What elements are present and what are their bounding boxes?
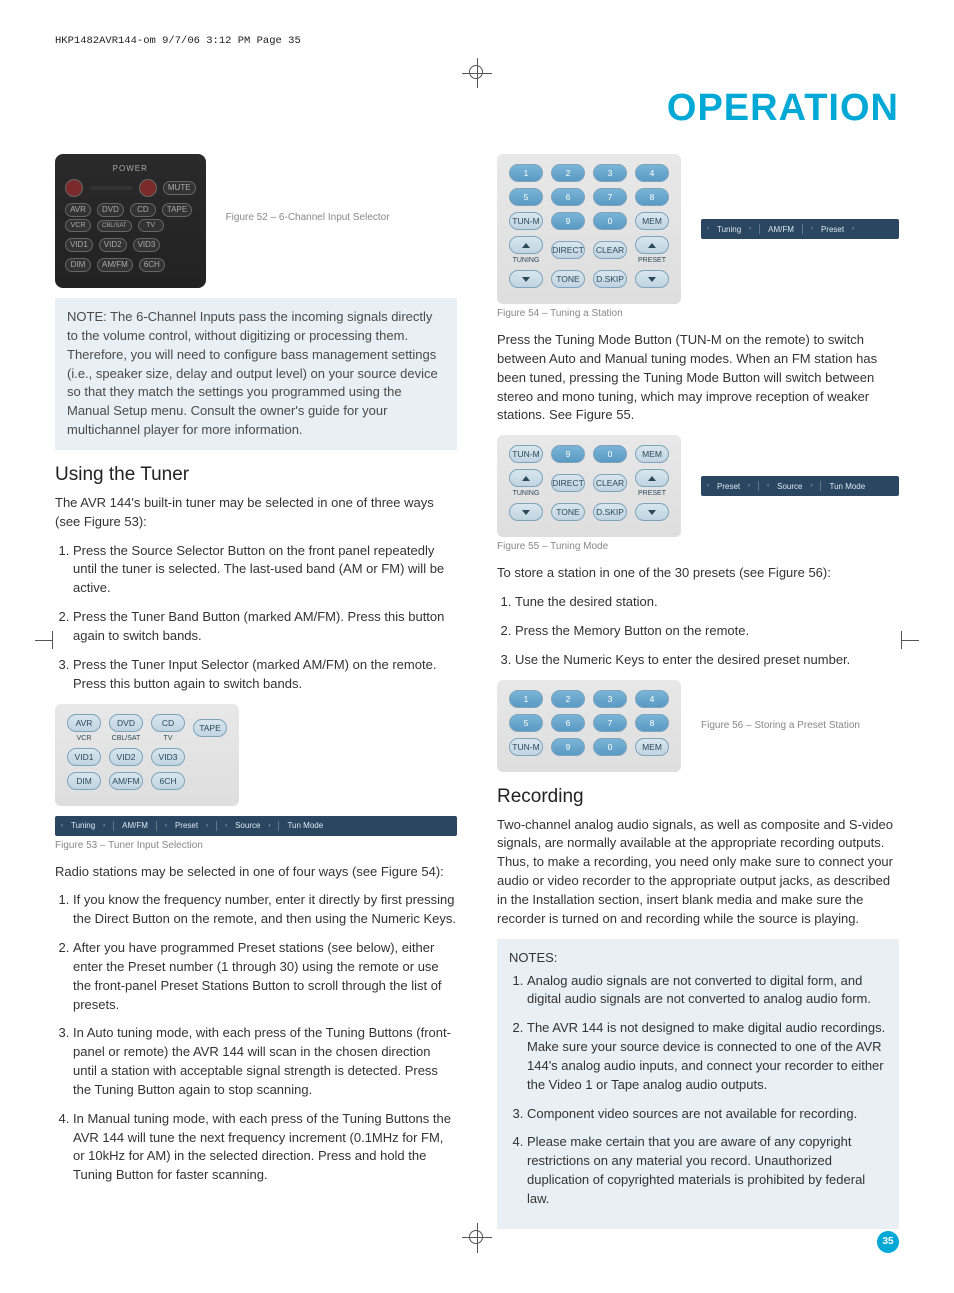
tuning-mode-para: Press the Tuning Mode Button (TUN-M on t…: [497, 331, 899, 425]
preset-down-icon: [635, 270, 669, 288]
power-off-icon: [139, 179, 157, 197]
tuning-up-icon: [509, 236, 543, 254]
preset-down-icon: [635, 503, 669, 521]
fig55-display: ‹Preset› ‹Source› Tun Mode: [701, 476, 899, 496]
fig52-caption: Figure 52 – 6-Channel Input Selector: [226, 212, 390, 223]
trim-mark-left: [35, 640, 53, 641]
fig53-display: ‹Tuning› AM/FM ‹Preset› ‹Source› Tun Mod…: [55, 816, 457, 836]
tuning-down-icon: [509, 270, 543, 288]
heading-using-tuner: Using the Tuner: [55, 464, 457, 486]
trim-mark-right: [901, 640, 919, 641]
fig54-remote: 1 2 3 4 5 6 7 8 TUN-M 9 0: [497, 154, 681, 304]
page-number-badge: 35: [877, 1231, 899, 1253]
store-intro: To store a station in one of the 30 pres…: [497, 564, 899, 583]
radio-intro: Radio stations may be selected in one of…: [55, 863, 457, 882]
registration-mark-bottom: [462, 1223, 492, 1253]
heading-recording: Recording: [497, 786, 899, 808]
recording-notes: NOTES: Analog audio signals are not conv…: [497, 939, 899, 1229]
section-heading: OPERATION: [55, 87, 899, 130]
fig56-caption: Figure 56 – Storing a Preset Station: [701, 720, 860, 731]
fig54-display: ‹Tuning› AM/FM ‹Preset›: [701, 219, 899, 239]
preset-up-icon: [635, 236, 669, 254]
fig53-remote: AVRVCR DVDCBL/SAT CDTV TAPE VID1 VID2 VI…: [55, 704, 239, 806]
fig56-remote: 1 2 3 4 5 6 7 8 TUN-M 9 0: [497, 680, 681, 772]
fig52-remote: POWER MUTE AVR DVD CD TAPE VCR: [55, 154, 206, 288]
fig55-remote: TUN-M 9 0 MEM TUNING DIRECT CLEAR PRESET…: [497, 435, 681, 537]
preset-up-icon: [635, 469, 669, 487]
tuning-down-icon: [509, 503, 543, 521]
note-6ch: NOTE: The 6-Channel Inputs pass the inco…: [55, 298, 457, 450]
tuner-intro: The AVR 144's built-in tuner may be sele…: [55, 494, 457, 532]
mute-button: MUTE: [163, 181, 196, 195]
store-steps: Tune the desired station. Press the Memo…: [497, 593, 899, 670]
fig55-caption: Figure 55 – Tuning Mode: [497, 541, 899, 552]
power-light-icon: [89, 186, 133, 190]
tuning-up-icon: [509, 469, 543, 487]
recording-para: Two-channel analog audio signals, as wel…: [497, 816, 899, 929]
tuner-select-steps: Press the Source Selector Button on the …: [55, 542, 457, 694]
registration-mark-top: [462, 58, 492, 88]
radio-steps: If you know the frequency number, enter …: [55, 891, 457, 1185]
power-on-icon: [65, 179, 83, 197]
fig54-caption: Figure 54 – Tuning a Station: [497, 308, 899, 319]
print-slug: HKP1482AVR144-om 9/7/06 3:12 PM Page 35: [55, 35, 899, 47]
fig53-caption: Figure 53 – Tuner Input Selection: [55, 840, 457, 851]
